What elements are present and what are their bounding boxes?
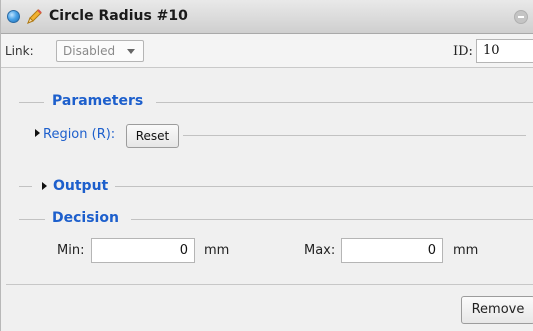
link-dropdown-value: Disabled	[63, 44, 116, 58]
section-rule-right	[156, 102, 533, 103]
max-label: Max:	[304, 243, 336, 258]
section-rule-left	[19, 219, 45, 220]
pencil-icon	[27, 9, 42, 24]
section-rule-right	[115, 186, 533, 187]
region-label[interactable]: Region (R):	[43, 127, 115, 142]
section-title-parameters[interactable]: Parameters	[52, 93, 143, 109]
section-title-decision[interactable]: Decision	[52, 210, 119, 226]
reset-button[interactable]: Reset	[126, 124, 179, 148]
min-label: Min:	[57, 243, 85, 258]
chevron-down-icon	[127, 49, 135, 54]
expand-triangle-icon[interactable]	[35, 129, 40, 137]
section-rule-right	[131, 219, 533, 220]
max-unit: mm	[453, 243, 479, 258]
id-input[interactable]: 10	[476, 39, 533, 63]
max-input[interactable]: 0	[341, 238, 443, 263]
link-row: Link: Disabled ID: 10	[1, 34, 533, 68]
tool-panel: Circle Radius #10 Link: Disabled ID: 10 …	[0, 0, 533, 331]
panel-title: Circle Radius #10	[49, 8, 188, 24]
id-label: ID:	[453, 44, 473, 59]
link-dropdown[interactable]: Disabled	[56, 40, 144, 62]
section-title-output[interactable]: Output	[53, 178, 108, 194]
collapse-icon[interactable]	[514, 10, 528, 24]
region-rule	[183, 135, 526, 136]
expand-triangle-icon[interactable]	[42, 182, 47, 190]
min-unit: mm	[204, 243, 230, 258]
footer-divider	[6, 284, 533, 285]
remove-button[interactable]: Remove	[461, 296, 533, 324]
link-label: Link:	[5, 44, 34, 58]
status-dot-icon	[7, 10, 20, 23]
title-bar[interactable]: Circle Radius #10	[1, 0, 533, 34]
min-input[interactable]: 0	[91, 238, 195, 263]
section-rule-left	[19, 102, 44, 103]
section-rule-left	[19, 186, 32, 187]
